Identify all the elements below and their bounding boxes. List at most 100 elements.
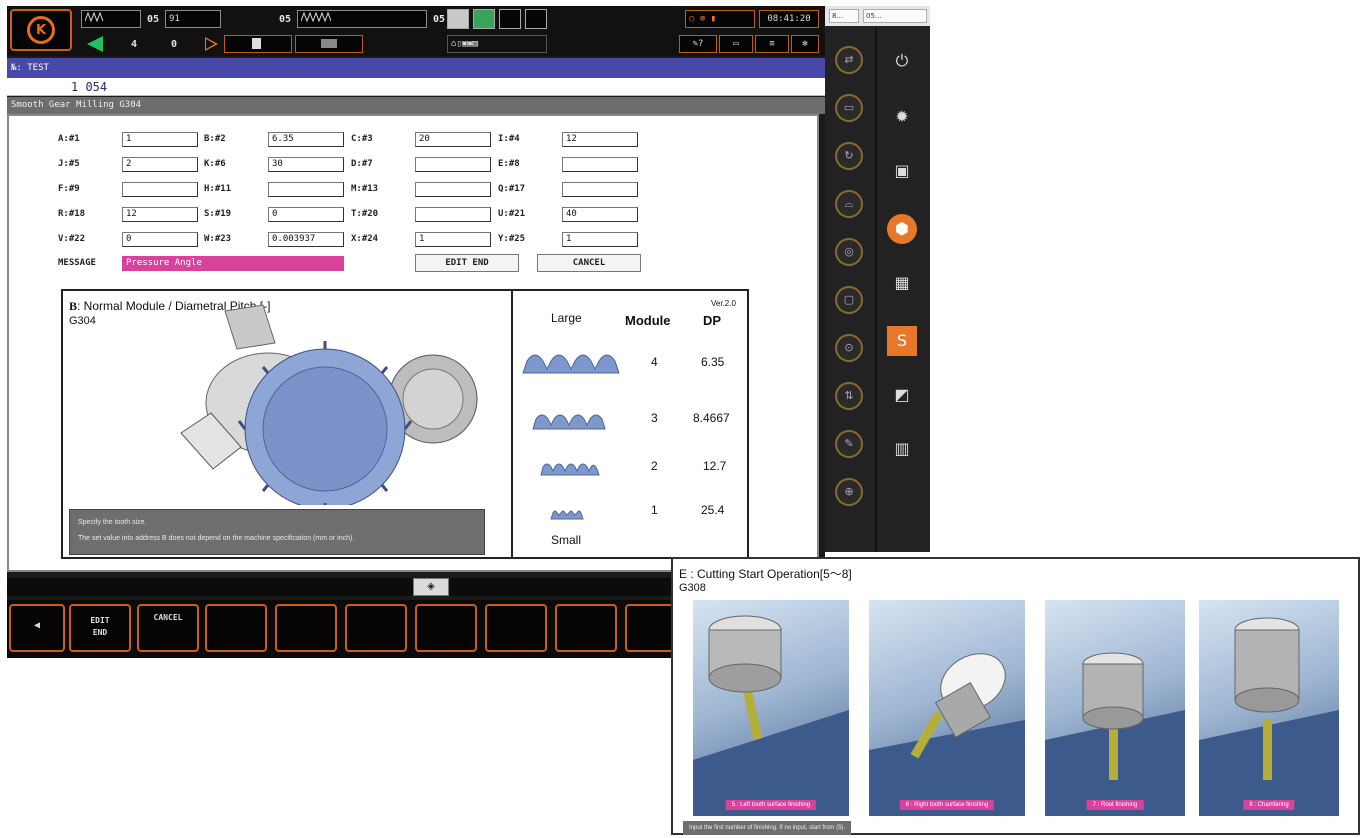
active-hex-icon[interactable]: ⬢ — [887, 214, 917, 244]
toggle-button[interactable]: ≡ — [755, 35, 789, 53]
cycle-icon-3[interactable]: ↻ — [835, 142, 863, 170]
keyboard-slot[interactable] — [295, 35, 363, 53]
field-label: M:#13 — [351, 184, 379, 194]
document-slot[interactable] — [224, 35, 292, 53]
diamond-icon: ◈ — [427, 581, 435, 592]
keyboard-icon — [321, 39, 337, 48]
cycle-icon-1[interactable]: ⇄ — [835, 46, 863, 74]
field-input-h[interactable] — [268, 182, 344, 197]
app-icon[interactable]: S — [887, 326, 917, 356]
field-label: H:#11 — [204, 184, 232, 194]
softkey-edit-end[interactable]: EDIT END — [69, 604, 131, 652]
tool-status-strip: ⌂▯▣▣▨ — [447, 35, 547, 53]
softkey-edit-end-line1: EDIT — [90, 616, 110, 625]
tool-icon[interactable]: ◩ — [887, 380, 917, 410]
document-icon — [252, 38, 261, 49]
softkey-cancel[interactable]: CANCEL — [137, 604, 199, 652]
side-tab-2[interactable]: 05... — [863, 9, 927, 23]
large-label: Large — [551, 311, 582, 325]
help-line-2: The set value into address B does not de… — [78, 535, 355, 542]
field-input-v[interactable]: 0 — [122, 232, 198, 247]
alarm-icon: ○ ⊗ ▮ — [689, 14, 717, 24]
module-value: 2 — [651, 459, 658, 473]
field-input-r[interactable]: 12 — [122, 207, 198, 222]
tooth-profile-module-2 — [540, 463, 600, 476]
cycle-icon-4[interactable]: ⌓ — [835, 190, 863, 218]
edit-end-button[interactable]: EDIT END — [415, 254, 519, 272]
field-input-e[interactable] — [562, 157, 638, 172]
field-input-d[interactable] — [415, 157, 491, 172]
module-header: Module — [625, 313, 671, 328]
meter-icon[interactable]: ▥ — [887, 434, 917, 464]
home-logo-button[interactable]: K — [10, 9, 72, 51]
softkey-blank-3[interactable] — [205, 604, 267, 652]
cycle-icon-5[interactable]: ◎ — [835, 238, 863, 266]
measure-button[interactable]: ▭ — [719, 35, 753, 53]
field-input-j[interactable]: 2 — [122, 157, 198, 172]
next-arrow-icon[interactable] — [205, 37, 218, 51]
counter-left: 4 — [131, 39, 138, 50]
step-image-5: 5 : Left tooth surface finishing — [693, 600, 849, 816]
cycle-icon-8[interactable]: ⇅ — [835, 382, 863, 410]
tool-icon: ⌂▯▣▣▨ — [451, 39, 479, 49]
page-toggle-button[interactable]: ◈ — [413, 578, 449, 596]
step-caption: 5 : Left tooth surface finishing — [725, 800, 817, 810]
clock: 08:41:20 — [759, 10, 819, 28]
help-textbox: Specify the tooth size. The set value in… — [69, 509, 485, 555]
settings-button[interactable]: ✻ — [791, 35, 819, 53]
field-input-x[interactable]: 1 — [415, 232, 491, 247]
field-input-k[interactable]: 30 — [268, 157, 344, 172]
field-input-i[interactable]: 12 — [562, 132, 638, 147]
softkey-back[interactable]: ◀ — [9, 604, 65, 652]
field-label: Y:#25 — [498, 234, 526, 244]
cycle-icon-9[interactable]: ✎ — [835, 430, 863, 458]
prev-arrow-icon[interactable] — [87, 36, 103, 52]
grid-icon[interactable]: ▦ — [887, 268, 917, 298]
gear-icon[interactable]: ✹ — [887, 102, 917, 132]
cycle-icon-6[interactable]: ▢ — [835, 286, 863, 314]
cancel-button[interactable]: CANCEL — [537, 254, 641, 272]
screenshot-stage: K 05 91 05 05 4 0 ⌂▯▣▣▨ ○ ⊗ ▮ 08:41:20 ✎… — [0, 0, 1366, 838]
field-input-a[interactable]: 1 — [122, 132, 198, 147]
wave-icon — [84, 11, 104, 23]
field-input-c[interactable]: 20 — [415, 132, 491, 147]
side-tab-1[interactable]: 8... — [829, 9, 859, 23]
tooth-profile-module-1 — [550, 510, 584, 520]
field-input-q[interactable] — [562, 182, 638, 197]
dp-value: 25.4 — [701, 503, 725, 517]
field-input-t[interactable] — [415, 207, 491, 222]
panel-e-title: E : Cutting Start Operation[5～8] — [679, 567, 852, 581]
module-value: 1 — [651, 503, 658, 517]
field-label: V:#22 — [58, 234, 86, 244]
field-input-w[interactable]: 0.003937 — [268, 232, 344, 247]
tool-setting-button[interactable]: ✎? — [679, 35, 717, 53]
message-label: MESSAGE — [58, 258, 96, 268]
softkey-blank-7[interactable] — [485, 604, 547, 652]
field-input-u[interactable]: 40 — [562, 207, 638, 222]
field-label: B:#2 — [204, 134, 226, 144]
help-line-1: Specify the tooth size. — [78, 519, 147, 526]
status-bar: K 05 91 05 05 4 0 ⌂▯▣▣▨ ○ ⊗ ▮ 08:41:20 ✎… — [7, 6, 825, 56]
mode-a-readout: 05 — [147, 14, 160, 25]
softkey-blank-6[interactable] — [415, 604, 477, 652]
field-label: W:#23 — [204, 234, 232, 244]
field-input-y[interactable]: 1 — [562, 232, 638, 247]
mode-b-readout: 05 — [279, 14, 292, 25]
softkey-blank-8[interactable] — [555, 604, 617, 652]
step-caption: 7 : Root finishing — [1086, 800, 1144, 810]
cycle-icon-7[interactable]: ⊙ — [835, 334, 863, 362]
field-input-m[interactable] — [415, 182, 491, 197]
field-input-f[interactable] — [122, 182, 198, 197]
field-input-s[interactable]: 0 — [268, 207, 344, 222]
softkey-blank-4[interactable] — [275, 604, 337, 652]
cycle-icon-10[interactable]: ⊕ — [835, 478, 863, 506]
softkey-blank-5[interactable] — [345, 604, 407, 652]
dp-value: 6.35 — [701, 355, 725, 369]
screen-icon[interactable]: ▣ — [887, 156, 917, 186]
module-dp-table: Ver.2.0 Large Module DP 4 6.35 3 8.4667 … — [515, 291, 747, 557]
cycle-icon-2[interactable]: ▭ — [835, 94, 863, 122]
tooth-profile-module-4 — [522, 354, 620, 374]
power-icon[interactable]: ⏻ — [887, 46, 917, 76]
field-input-b[interactable]: 6.35 — [268, 132, 344, 147]
program-number-row: 1 054 — [7, 78, 825, 96]
